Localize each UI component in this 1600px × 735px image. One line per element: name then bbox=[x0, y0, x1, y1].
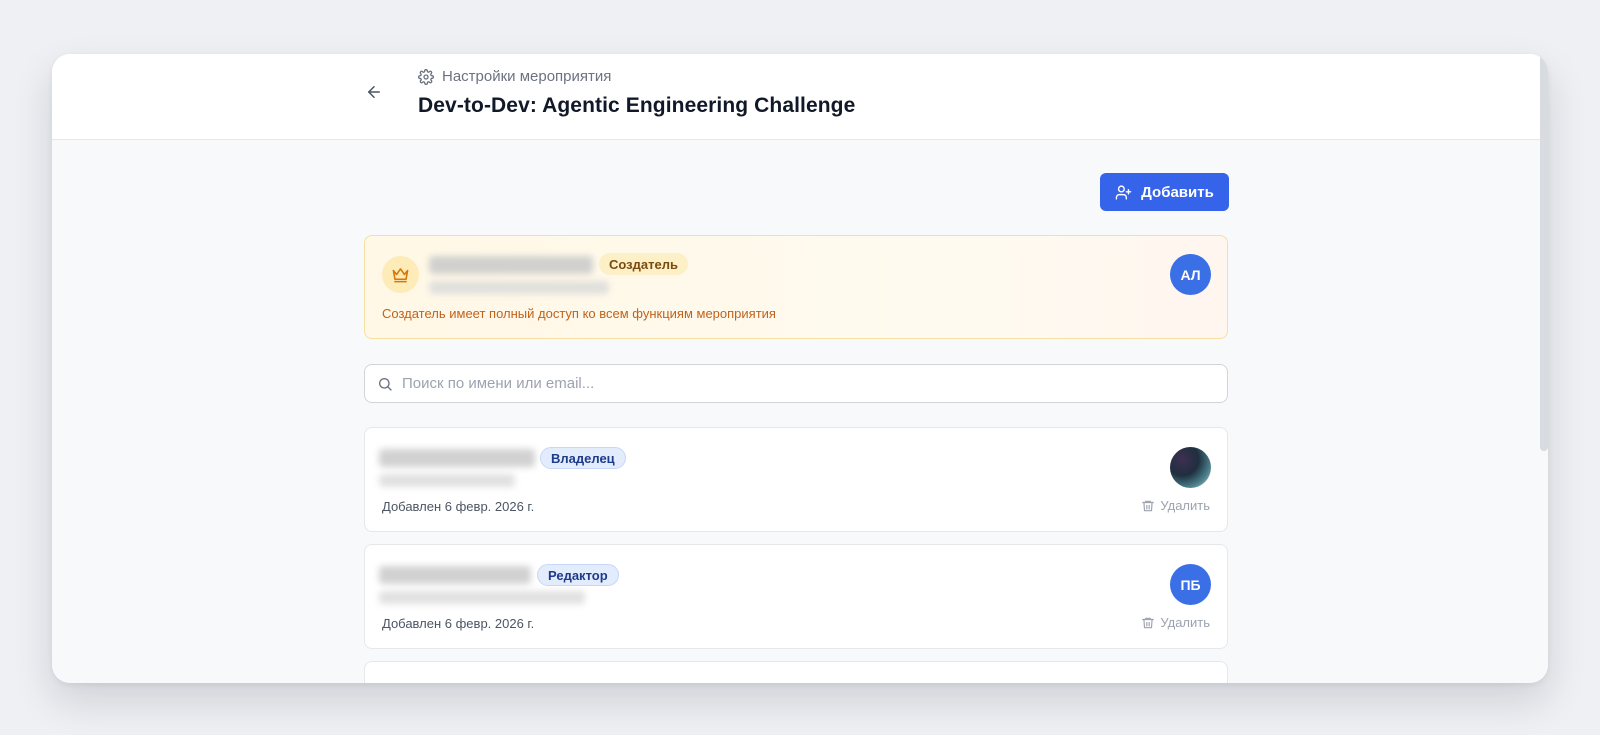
user-plus-icon bbox=[1115, 184, 1132, 200]
creator-avatar: АЛ bbox=[1170, 254, 1211, 295]
delete-member-button[interactable]: Удалить bbox=[1141, 615, 1210, 630]
creator-email-redacted bbox=[429, 281, 609, 294]
arrow-left-icon bbox=[368, 86, 380, 98]
breadcrumb-label: Настройки мероприятия bbox=[442, 68, 612, 85]
scrollbar[interactable] bbox=[1540, 54, 1548, 451]
member-card-owner: Владелец Добавлен 6 февр. 2026 г. Удалит… bbox=[364, 427, 1228, 532]
delete-label: Удалить bbox=[1160, 615, 1210, 630]
member-email-redacted bbox=[379, 591, 585, 604]
gear-icon bbox=[418, 68, 434, 85]
added-date: Добавлен 6 февр. 2026 г. bbox=[382, 616, 535, 631]
member-card-partial bbox=[364, 661, 1228, 683]
member-avatar bbox=[1170, 447, 1211, 488]
breadcrumb: Настройки мероприятия bbox=[418, 68, 611, 85]
search-input[interactable] bbox=[402, 365, 1212, 402]
creator-badge: Создатель bbox=[599, 253, 688, 275]
member-email-redacted bbox=[379, 474, 515, 487]
member-avatar: ПБ bbox=[1170, 564, 1211, 605]
role-badge: Редактор bbox=[537, 564, 619, 586]
back-button[interactable] bbox=[360, 78, 388, 106]
delete-label: Удалить bbox=[1160, 498, 1210, 513]
search-box bbox=[364, 364, 1228, 403]
search-icon bbox=[379, 378, 392, 391]
add-member-button[interactable]: Добавить bbox=[1100, 173, 1229, 211]
crown-badge bbox=[382, 256, 419, 293]
creator-card: Создатель Создатель имеет полный доступ … bbox=[364, 235, 1228, 339]
role-badge: Владелец bbox=[540, 447, 626, 469]
crown-icon bbox=[392, 268, 409, 283]
trash-icon bbox=[1142, 617, 1155, 628]
app-window: Настройки мероприятия Dev-to-Dev: Agenti… bbox=[52, 54, 1548, 683]
page-header: Настройки мероприятия Dev-to-Dev: Agenti… bbox=[52, 54, 1548, 140]
delete-member-button[interactable]: Удалить bbox=[1141, 498, 1210, 513]
member-name-redacted bbox=[379, 566, 531, 584]
add-member-label: Добавить bbox=[1141, 183, 1214, 201]
page-title: Dev-to-Dev: Agentic Engineering Challeng… bbox=[418, 94, 856, 117]
member-card-editor: Редактор Добавлен 6 февр. 2026 г. ПБ Уда… bbox=[364, 544, 1228, 649]
trash-icon bbox=[1142, 500, 1155, 511]
added-date: Добавлен 6 февр. 2026 г. bbox=[382, 499, 535, 514]
member-name-redacted bbox=[379, 449, 535, 467]
creator-note: Создатель имеет полный доступ ко всем фу… bbox=[382, 306, 776, 321]
creator-name-redacted bbox=[429, 256, 593, 274]
